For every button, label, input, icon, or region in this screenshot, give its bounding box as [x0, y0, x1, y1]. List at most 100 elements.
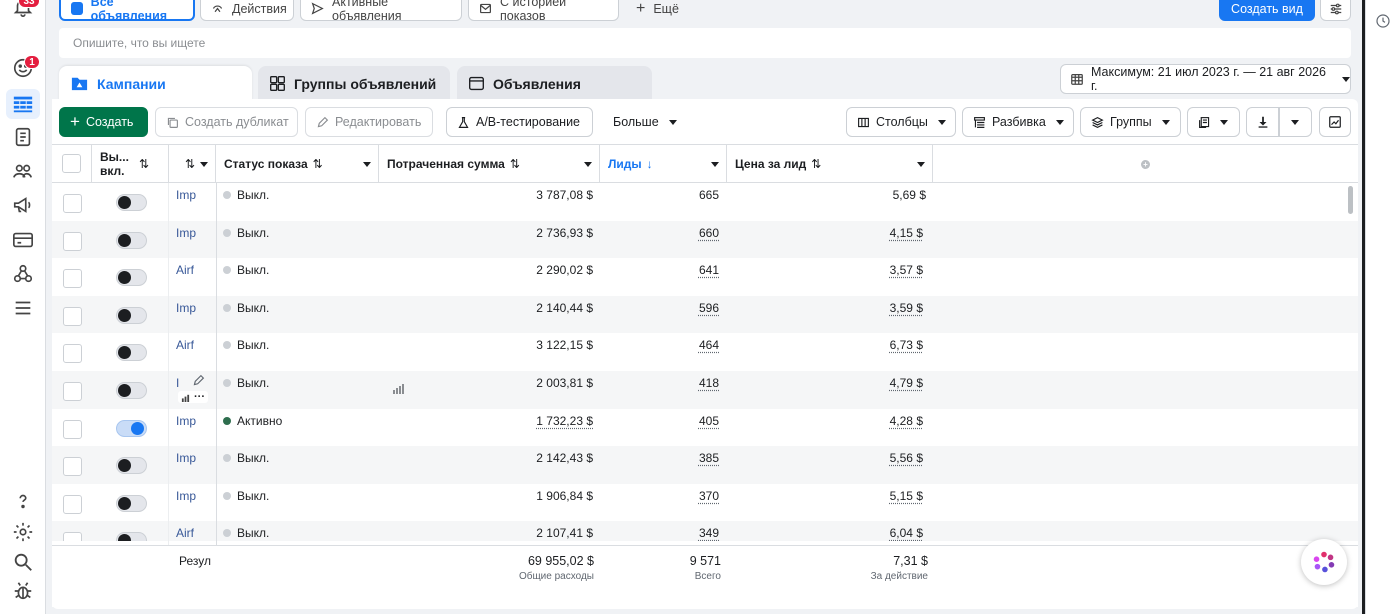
header-add-column[interactable]: +: [933, 145, 1358, 183]
cost-per-lead-value[interactable]: 4,15 $: [812, 226, 923, 240]
campaign-toggle[interactable]: [116, 344, 147, 362]
campaign-name-link[interactable]: Airf: [176, 263, 207, 277]
table-scrollbar[interactable]: [1348, 186, 1353, 214]
breakdown-dropdown[interactable]: Разбивка: [962, 107, 1074, 137]
amount-spent-value[interactable]: 1 732,23 $: [452, 414, 593, 428]
ab-test-button[interactable]: A/B-тестирование: [446, 107, 593, 137]
history-clock-icon[interactable]: [1375, 13, 1391, 29]
campaign-toggle[interactable]: [116, 494, 147, 512]
campaign-toggle[interactable]: [116, 306, 147, 324]
search-icon[interactable]: [12, 551, 34, 573]
edit-button[interactable]: Редактировать: [305, 107, 433, 137]
header-amount-spent[interactable]: Потраченная сумма ⇅: [379, 145, 600, 183]
campaign-toggle[interactable]: [116, 382, 147, 399]
leads-value[interactable]: 596: [652, 301, 719, 315]
leads-value[interactable]: 349: [652, 526, 719, 540]
billing-card-icon[interactable]: [12, 229, 34, 251]
date-range-picker[interactable]: Максимум: 21 июл 2023 г. — 21 авг 2026 г…: [1060, 64, 1351, 94]
campaign-toggle[interactable]: [116, 269, 147, 287]
table-row[interactable]: Imp Выкл. 2 142,43 $ 385 5,56 $: [52, 446, 1358, 484]
leads-value[interactable]: 385: [652, 451, 719, 465]
view-tab-actions[interactable]: Действия: [200, 0, 294, 21]
campaign-name-link[interactable]: Airf: [176, 338, 207, 352]
leads-value[interactable]: 660: [652, 226, 719, 240]
view-tab-all-ads[interactable]: Все объявления: [59, 0, 195, 23]
row-checkbox[interactable]: [63, 382, 82, 401]
row-checkbox[interactable]: [63, 231, 82, 251]
cost-per-lead-value[interactable]: 5,56 $: [812, 451, 923, 465]
campaign-name-link[interactable]: Imp: [176, 188, 207, 202]
table-row[interactable]: Airf Выкл. 2 290,02 $ 641 3,57 $: [52, 258, 1358, 296]
audiences-icon[interactable]: [12, 160, 34, 182]
row-checkbox[interactable]: [63, 344, 82, 364]
view-tab-more[interactable]: + Ещё: [626, 0, 696, 21]
create-button[interactable]: + Создать: [59, 107, 148, 137]
delivery-chart-icon[interactable]: [392, 381, 406, 395]
reports-icon[interactable]: [12, 126, 34, 148]
row-checkbox[interactable]: [63, 419, 82, 439]
row-checkbox[interactable]: [63, 532, 82, 542]
table-row[interactable]: I Выкл. 2 003,81 $418 4,79 $ ···: [52, 371, 1358, 409]
report-bug-icon[interactable]: [12, 580, 34, 602]
campaign-name-link[interactable]: Airf: [176, 526, 207, 540]
table-row[interactable]: Imp Выкл. 2 736,93 $ 660 4,15 $: [52, 220, 1358, 259]
row-checkbox[interactable]: [63, 306, 82, 326]
help-icon[interactable]: [12, 490, 34, 512]
campaigns-megaphone-icon[interactable]: [12, 194, 34, 216]
cost-per-lead-value[interactable]: 6,73 $: [812, 338, 923, 352]
header-delivery-status[interactable]: Статус показа ⇅: [216, 145, 379, 183]
tab-ad-sets[interactable]: Группы объявлений: [258, 66, 450, 101]
leads-value[interactable]: 464: [652, 338, 719, 352]
cost-per-lead-value[interactable]: 5,15 $: [812, 489, 923, 503]
tab-campaigns[interactable]: Кампании: [59, 66, 252, 101]
reports-dropdown[interactable]: [1187, 107, 1240, 137]
campaign-name-link[interactable]: Imp: [176, 489, 207, 503]
leads-value[interactable]: 641: [652, 263, 719, 277]
menu-icon[interactable]: [12, 297, 34, 319]
table-row[interactable]: Imp Выкл. 3 787,08 $ 665 5,69 $: [52, 183, 1358, 221]
ai-assistant-button[interactable]: [1301, 539, 1347, 585]
ads-manager-table-icon[interactable]: [12, 93, 34, 115]
cost-per-lead-value[interactable]: 3,59 $: [812, 301, 923, 315]
cost-per-lead-value[interactable]: 6,04 $: [812, 526, 923, 540]
campaign-toggle[interactable]: [116, 231, 147, 249]
events-manager-icon[interactable]: [12, 263, 34, 285]
view-tab-with-delivery-history[interactable]: С историей показов: [468, 0, 619, 23]
cost-per-lead-value[interactable]: 4,79 $: [812, 376, 923, 390]
table-row[interactable]: Airf Выкл. 2 107,41 $ 349 6,04 $: [52, 521, 1358, 542]
campaign-name-link[interactable]: Imp: [176, 414, 207, 428]
row-checkbox[interactable]: [63, 194, 82, 213]
campaign-name-link[interactable]: Imp: [176, 451, 207, 465]
table-row[interactable]: Airf Выкл. 3 122,15 $ 464 6,73 $: [52, 333, 1358, 371]
more-dropdown[interactable]: Больше: [603, 107, 683, 137]
campaign-name-link[interactable]: Imp: [176, 301, 207, 315]
charts-button[interactable]: [1319, 107, 1351, 137]
header-name[interactable]: ⇅: [169, 145, 216, 183]
create-view-button[interactable]: Создать вид: [1219, 0, 1315, 21]
table-row[interactable]: Imp Выкл. 1 906,84 $ 370 5,15 $: [52, 484, 1358, 522]
columns-dropdown[interactable]: Столбцы: [846, 107, 956, 137]
cost-per-lead-value[interactable]: 3,57 $: [812, 263, 923, 277]
export-button[interactable]: [1246, 107, 1279, 137]
view-tab-active-ads[interactable]: Активные объявления: [300, 0, 462, 23]
export-options-dropdown[interactable]: [1279, 107, 1312, 137]
settings-gear-icon[interactable]: [12, 521, 34, 543]
row-checkbox[interactable]: [63, 457, 82, 477]
edit-pencil-icon[interactable]: [192, 374, 205, 387]
campaign-toggle[interactable]: [116, 419, 147, 437]
table-row[interactable]: Imp Выкл. 2 140,44 $ 596 3,59 $: [52, 295, 1358, 334]
campaign-toggle[interactable]: [116, 457, 147, 475]
campaign-toggle[interactable]: [116, 532, 147, 542]
header-cost-per-lead[interactable]: Цена за лид ⇅: [727, 145, 933, 183]
tab-ads[interactable]: Объявления: [457, 66, 652, 101]
cost-per-lead-value[interactable]: 4,28 $: [812, 414, 923, 428]
leads-value[interactable]: 405: [652, 414, 719, 428]
leads-value[interactable]: 370: [652, 489, 719, 503]
duplicate-button[interactable]: Создать дубликат: [155, 107, 298, 137]
groups-dropdown[interactable]: Группы: [1080, 107, 1181, 137]
campaign-toggle[interactable]: [116, 194, 147, 211]
select-all-checkbox[interactable]: [62, 154, 81, 173]
campaign-name-link[interactable]: Imp: [176, 226, 207, 240]
header-onoff[interactable]: Вы... вкл. ⇅: [92, 145, 169, 183]
view-settings-button[interactable]: [1320, 0, 1351, 21]
